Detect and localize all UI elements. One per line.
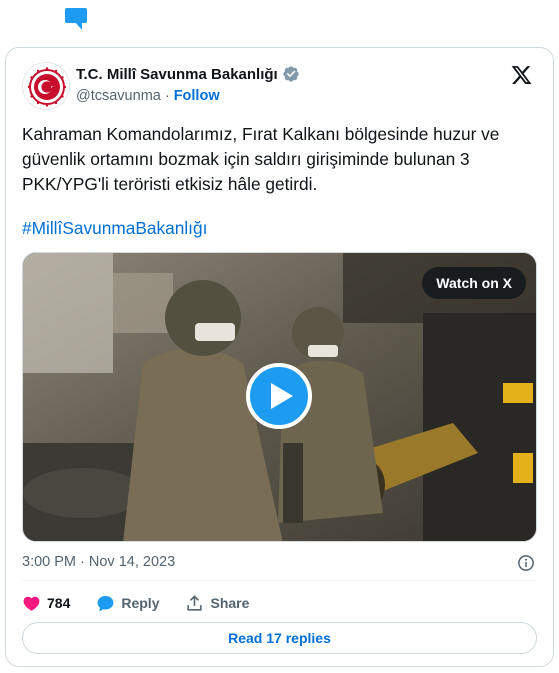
play-icon [271,383,293,409]
share-label: Share [210,595,250,611]
verified-icon [283,66,299,82]
tweet-header: T.C. Millî Savunma Bakanlığı @tcsavunma … [22,60,537,110]
separator: · [164,88,170,104]
x-logo-icon[interactable] [510,64,533,86]
share-button[interactable]: Share [185,594,249,613]
divider [22,580,537,581]
author-block: T.C. Millî Savunma Bakanlığı @tcsavunma … [76,65,300,104]
reply-bubble-icon [97,595,114,611]
avatar[interactable] [22,62,70,110]
play-button[interactable] [246,363,312,429]
video-thumbnail[interactable]: Watch on X [22,252,537,542]
like-count: 784 [47,595,71,611]
handle[interactable]: @tcsavunma [76,88,161,104]
share-icon [187,594,203,611]
action-bar: 784 Reply Share [22,593,275,613]
display-name[interactable]: T.C. Millî Savunma Bakanlığı [76,66,278,83]
reply-button[interactable]: Reply [96,594,159,613]
tweet-card: T.C. Millî Savunma Bakanlığı @tcsavunma … [5,47,554,667]
follow-button[interactable]: Follow [174,88,220,104]
reply-label: Reply [121,595,160,611]
read-replies-button[interactable]: Read 17 replies [22,622,537,654]
info-icon[interactable] [517,554,535,572]
hashtag-link[interactable]: #MillîSavunmaBakanlığı [22,218,207,239]
tweet-text: Kahraman Komandolarımız, Fırat Kalkanı b… [22,124,500,194]
comment-icon [65,8,87,30]
timestamp[interactable]: 3:00 PM · Nov 14, 2023 [22,554,175,570]
heart-icon [23,596,40,611]
like-button[interactable]: 784 [22,594,70,613]
watch-on-x-button[interactable]: Watch on X [422,267,526,299]
